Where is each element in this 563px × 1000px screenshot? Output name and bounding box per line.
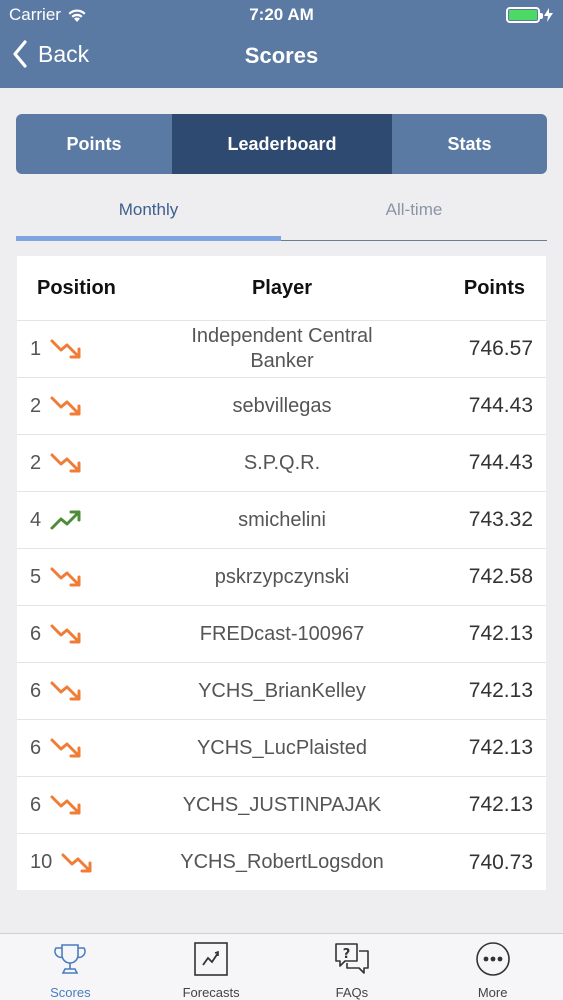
trend-down-icon	[61, 853, 92, 872]
player-points: 742.13	[468, 622, 533, 645]
position-value: 5	[30, 565, 42, 588]
player-points: 743.32	[468, 508, 533, 531]
trend-up-icon	[50, 510, 81, 530]
player-points: 746.57	[468, 337, 533, 360]
header-position: Position	[37, 276, 116, 299]
position-value: 2	[30, 451, 42, 474]
row-position: 10	[17, 848, 157, 878]
trend-down-icon	[50, 681, 81, 701]
tabbar-label-more: More	[477, 985, 508, 1000]
tab-monthly[interactable]: Monthly	[16, 190, 281, 230]
trend-down-icon	[50, 624, 81, 644]
position-value: 4	[30, 508, 42, 531]
table-row[interactable]: 2 S.P.Q.R. 744.43	[17, 435, 546, 492]
battery-icon	[506, 7, 543, 23]
faq-icon: ?	[332, 940, 372, 977]
table-row[interactable]: 5 pskrzypczynski 742.58	[17, 549, 546, 606]
row-position: 6	[17, 676, 157, 706]
player-name: FREDcast-100967	[199, 622, 365, 645]
player-name: smichelini	[238, 508, 326, 531]
tabbar-label-forecasts: Forecasts	[182, 985, 240, 1000]
player-points: 742.13	[468, 736, 533, 759]
segment-leaderboard[interactable]: Leaderboard	[172, 114, 392, 174]
row-position: 4	[17, 505, 157, 535]
header: Carrier 7:20 AM Back Scores	[0, 0, 563, 88]
position-value: 6	[30, 736, 42, 759]
position-value: 2	[30, 394, 42, 417]
row-position: 5	[17, 562, 157, 592]
more-icon	[473, 940, 513, 977]
player-points: 744.43	[468, 394, 533, 417]
row-position: 6	[17, 790, 157, 820]
tabbar-label-scores: Scores	[50, 985, 91, 1000]
svg-text:?: ?	[343, 947, 351, 962]
tabbar-item-forecasts[interactable]: Forecasts	[141, 934, 282, 1000]
row-position: 2	[17, 448, 157, 478]
trend-down-icon	[50, 339, 81, 359]
tabbar-item-faqs[interactable]: ? FAQs	[282, 934, 423, 1000]
table-row[interactable]: 4 smichelini 743.32	[17, 492, 546, 549]
player-name: YCHS_LucPlaisted	[196, 736, 368, 759]
table-row[interactable]: 10 YCHS_RobertLogsdon 740.73	[17, 834, 546, 891]
table-row[interactable]: 6 YCHS_BrianKelley 742.13	[17, 663, 546, 720]
player-points: 742.13	[468, 679, 533, 702]
table-row[interactable]: 6 FREDcast-100967 742.13	[17, 606, 546, 663]
page-title: Scores	[244, 43, 319, 68]
position-value: 6	[30, 679, 42, 702]
player-points: 742.58	[468, 565, 533, 588]
row-position: 1	[17, 334, 157, 364]
status-bar: Carrier 7:20 AM	[0, 0, 563, 30]
segmented-control: Points Leaderboard Stats	[16, 114, 547, 174]
status-time: 7:20 AM	[249, 5, 314, 24]
charging-icon	[544, 8, 553, 22]
tabbar-item-more[interactable]: More	[422, 934, 563, 1000]
table-row[interactable]: 6 YCHS_LucPlaisted 742.13	[17, 720, 546, 777]
position-value: 10	[30, 851, 53, 873]
tab-selected-indicator	[16, 236, 281, 241]
header-player: Player	[251, 276, 313, 299]
player-name: pskrzypczynski	[214, 565, 350, 588]
chart-icon	[191, 940, 231, 977]
header-points: Points	[463, 276, 525, 299]
player-name: Independent Central Banker	[191, 325, 373, 372]
tab-all-time[interactable]: All-time	[281, 190, 547, 230]
player-name: S.P.Q.R.	[243, 451, 321, 474]
position-value: 1	[30, 337, 42, 360]
tabbar-item-scores[interactable]: Scores	[0, 934, 141, 1000]
player-name: YCHS_BrianKelley	[198, 679, 366, 702]
tabbar-label-faqs: FAQs	[335, 985, 369, 1000]
table-row[interactable]: 6 YCHS_JUSTINPAJAK 742.13	[17, 777, 546, 834]
row-position: 6	[17, 619, 157, 649]
tab-bar: Scores Forecasts ? FAQs More	[0, 933, 563, 1000]
player-name: YCHS_JUSTINPAJAK	[182, 793, 382, 816]
player-name: YCHS_RobertLogsdon	[180, 851, 384, 873]
row-position: 2	[17, 391, 157, 421]
player-name: sebvillegas	[232, 394, 332, 417]
leaderboard-table: Position Player Points 1 Independent Cent…	[17, 256, 546, 890]
trend-down-icon	[50, 396, 81, 416]
period-tabs: Monthly All-time	[16, 190, 547, 242]
trend-down-icon	[50, 453, 81, 473]
table-row[interactable]: 1 Independent Central Banker 746.57	[17, 321, 546, 378]
trophy-icon	[50, 940, 90, 977]
position-value: 6	[30, 622, 42, 645]
trend-down-icon	[50, 567, 81, 587]
table-header: Position Player Points	[17, 256, 546, 321]
segment-stats[interactable]: Stats	[392, 114, 547, 174]
position-value: 6	[30, 793, 42, 816]
segment-points[interactable]: Points	[16, 114, 172, 174]
player-points: 744.43	[468, 451, 533, 474]
trend-down-icon	[50, 795, 81, 815]
table-row[interactable]: 2 sebvillegas 744.43	[17, 378, 546, 435]
player-points: 742.13	[468, 793, 533, 816]
player-points: 740.73	[468, 850, 533, 874]
trend-down-icon	[50, 738, 81, 758]
row-position: 6	[17, 733, 157, 763]
